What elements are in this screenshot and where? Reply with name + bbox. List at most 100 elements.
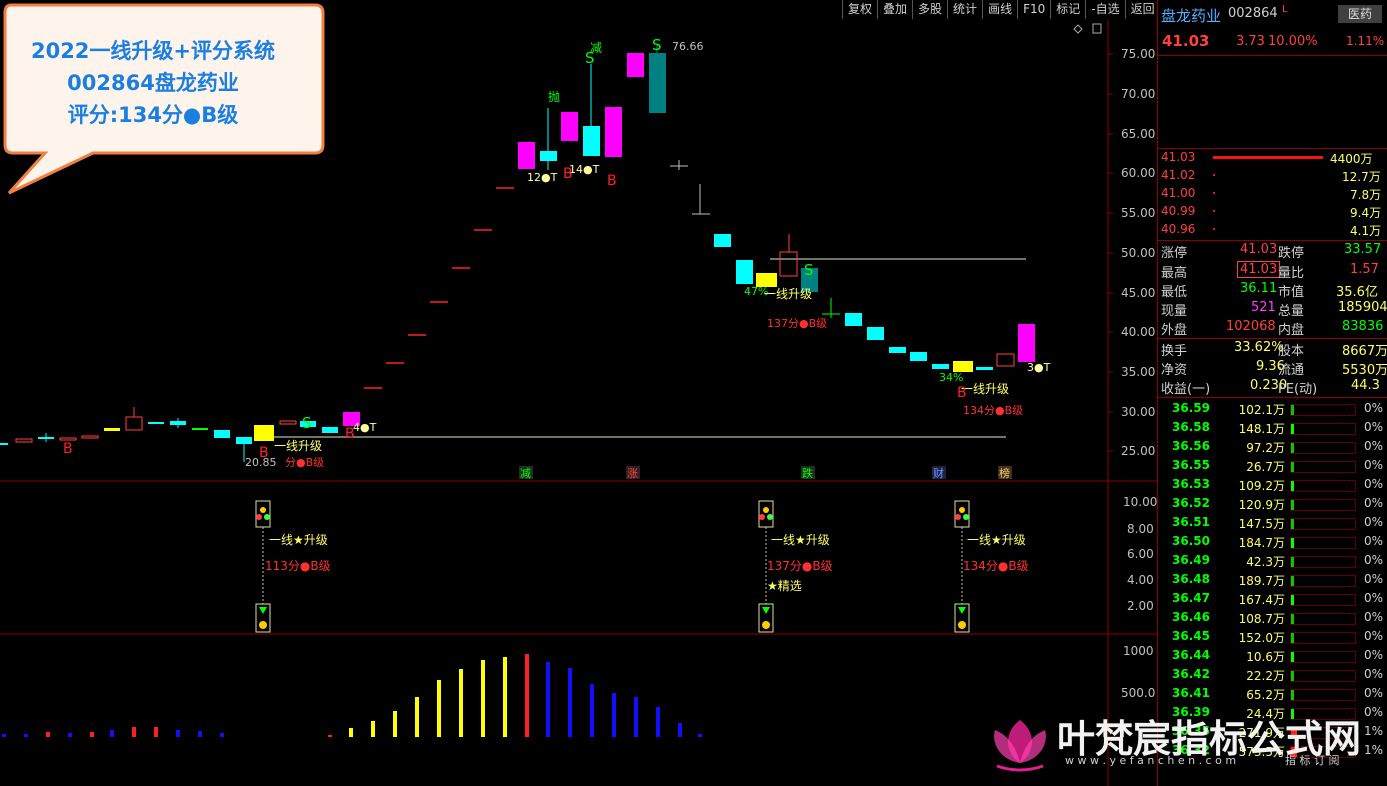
bid-price: 41.02: [1161, 168, 1196, 182]
watermark: 叶梵宸指标公式网 w w w . y e f a n c h e n . c o…: [985, 706, 1365, 786]
dist-bar-frame: [1290, 480, 1356, 492]
t-label-2: 14●T: [569, 163, 600, 176]
volume-axis: 1000 500.0: [1121, 644, 1155, 700]
dist-volume: 109.2万: [1238, 479, 1285, 493]
dist-bar-frame: [1290, 594, 1356, 606]
lotus-logo-icon: [994, 720, 1046, 772]
dist-volume: 42.3万: [1246, 555, 1285, 569]
price-tick: 55.00: [1121, 206, 1155, 220]
price-tick: 60.00: [1121, 166, 1155, 180]
event-tag-reduce[interactable]: 减: [520, 467, 531, 480]
score-label-2: 137分●B级: [767, 317, 827, 330]
bid-volume: 7.8万: [1350, 188, 1382, 202]
dist-bar-frame: [1290, 670, 1356, 682]
dist-percent: 0%: [1364, 667, 1384, 681]
dist-bar-frame: [1290, 575, 1356, 587]
event-tag-finance[interactable]: 财: [933, 466, 944, 480]
dist-percent: 0%: [1364, 572, 1384, 586]
title-callout: 2022一线升级+评分系统 002864盘龙药业 评分:134分●B级: [3, 3, 325, 195]
bid-volume-bar: [1213, 174, 1215, 176]
dist-volume: 26.7万: [1246, 460, 1285, 474]
event-tag-list[interactable]: 榜: [999, 466, 1010, 480]
signal-sell: 抛: [548, 89, 560, 104]
price-tick: 45.00: [1121, 286, 1155, 300]
dist-bar-frame: [1290, 556, 1356, 568]
dist-price: 36.42: [1172, 667, 1210, 681]
stock-code: 002864: [1228, 6, 1278, 21]
dist-bar: [1291, 614, 1294, 624]
indicator-tick: 4.00: [1127, 573, 1154, 587]
callout-title: 2022一线升级+评分系统: [30, 39, 276, 63]
upgrade-label-2: 一线升级: [764, 287, 812, 301]
indicator-upgrade-1: 一线★升级: [269, 533, 328, 547]
bid-volume: 12.7万: [1342, 170, 1381, 184]
price-change: 3.73: [1236, 34, 1265, 49]
dist-percent: 0%: [1364, 553, 1384, 567]
dist-percent: 0%: [1364, 477, 1384, 491]
signal-s: S: [652, 36, 662, 54]
bid-volume: 9.4万: [1350, 206, 1382, 220]
dist-price: 36.48: [1172, 572, 1210, 586]
dist-volume: 10.6万: [1246, 650, 1285, 664]
score-label-3: 134分●B级: [963, 404, 1023, 417]
price-change-pct: 10.00%: [1268, 34, 1318, 49]
price-tick: 75.00: [1121, 47, 1155, 61]
pct-label-3: 34%: [939, 371, 963, 384]
dist-bar: [1291, 405, 1294, 415]
dist-bar-frame: [1290, 499, 1356, 511]
dist-bar-frame: [1290, 461, 1356, 473]
dist-bar: [1291, 595, 1294, 605]
price-tick: 40.00: [1121, 325, 1155, 339]
price-axis: 75.00 70.00 65.00 60.00 55.00 50.00 45.0…: [1121, 47, 1155, 458]
signal-s: S: [804, 261, 814, 279]
dist-price: 36.56: [1172, 439, 1210, 453]
dist-bar: [1291, 671, 1294, 681]
dist-bar-frame: [1290, 689, 1356, 701]
dist-bar: [1291, 481, 1294, 491]
watermark-subscribe: 指 标 订 阅: [1285, 754, 1340, 767]
dist-percent: 0%: [1364, 591, 1384, 605]
dist-percent: 0%: [1364, 648, 1384, 662]
dist-price: 36.53: [1172, 477, 1210, 491]
bid-volume: 4400万: [1330, 152, 1373, 166]
dist-bar-frame: [1290, 518, 1356, 530]
dist-percent: 0%: [1364, 629, 1384, 643]
bid-volume-bar: [1213, 192, 1215, 194]
dist-price: 36.41: [1172, 686, 1210, 700]
dist-volume: 22.2万: [1246, 669, 1285, 683]
dist-bar: [1291, 519, 1294, 529]
event-tag-rise[interactable]: 涨: [627, 467, 638, 480]
dist-volume: 65.2万: [1246, 688, 1285, 702]
dist-price: 36.51: [1172, 515, 1210, 529]
chart-zoom-icon[interactable]: [1073, 24, 1083, 34]
signal-b: B: [259, 445, 269, 461]
dist-volume: 189.7万: [1238, 574, 1285, 588]
stock-name[interactable]: 盘龙药业: [1161, 5, 1221, 26]
signal-s: S: [302, 414, 312, 432]
indicator-axis: 10.00 8.00 6.00 4.00 2.00: [1123, 495, 1157, 613]
chart-expand-icon[interactable]: [1092, 23, 1102, 34]
dist-percent: 0%: [1364, 686, 1384, 700]
t-label-4: 3●T: [1027, 361, 1051, 374]
indicator-score-2: 137分●B级: [767, 559, 833, 573]
dist-bar-frame: [1290, 442, 1356, 454]
dist-bar-frame: [1290, 632, 1356, 644]
event-tag-fall[interactable]: 跌: [802, 466, 813, 480]
signal-b: B: [563, 166, 573, 182]
t-label-1: 12●T: [527, 171, 558, 184]
indicator-tick: 10.00: [1123, 495, 1157, 509]
callout-stock: 002864盘龙药业: [67, 71, 239, 95]
dist-volume: 120.9万: [1238, 498, 1285, 512]
dist-percent: 0%: [1364, 705, 1384, 719]
dist-bar: [1291, 424, 1294, 434]
volume-tick: 1000: [1123, 644, 1154, 658]
dist-price: 36.46: [1172, 610, 1210, 624]
candles-decline: [670, 160, 1035, 372]
price-tick: 50.00: [1121, 246, 1155, 260]
sector-button[interactable]: 医药: [1338, 5, 1382, 23]
limit-up-dashes: [364, 187, 514, 389]
dist-volume: 108.7万: [1238, 612, 1285, 626]
dist-bar-frame: [1290, 651, 1356, 663]
indicator-extra-2: ★精选: [767, 579, 802, 593]
indicator-tick: 2.00: [1127, 599, 1154, 613]
